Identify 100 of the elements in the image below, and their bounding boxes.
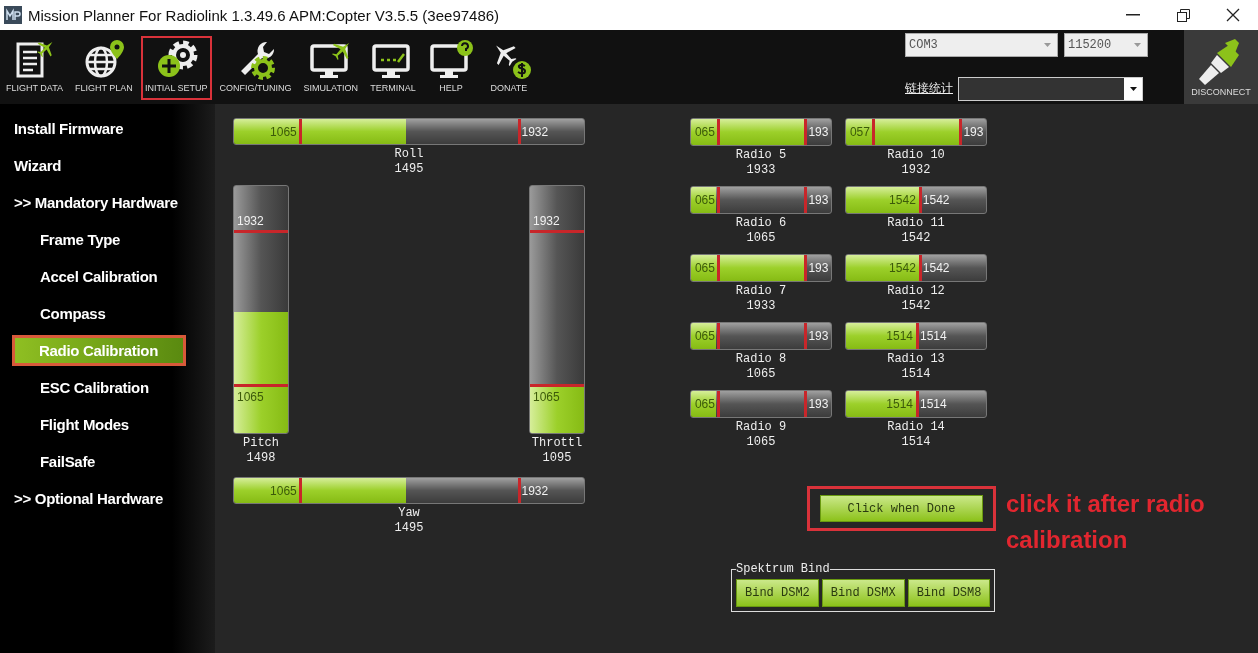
link-stats-dropdown[interactable] (958, 76, 1143, 101)
channel-reading: 1933 (746, 299, 776, 314)
sidebar-item[interactable]: Install Firmware (12, 116, 126, 141)
sidebar-item[interactable]: >> Optional Hardware (12, 486, 166, 511)
min-value: 065 (694, 260, 715, 277)
channel-name: Radio 11 (887, 216, 945, 231)
channel-reading: 1498 (246, 451, 276, 466)
max-value: 1932 (533, 213, 560, 228)
limit-marker (716, 119, 720, 145)
max-value: 193 (808, 328, 829, 345)
restore-icon[interactable] (1176, 8, 1190, 22)
sidebar-item[interactable]: Frame Type (38, 227, 123, 252)
window-title: Mission Planner For Radiolink 1.3.49.6 APM:Copter V3.5.5 (3ee97486) (28, 6, 501, 24)
channel-name: Roll (394, 147, 424, 162)
disconnect-button[interactable]: DISCONNECT (1184, 30, 1258, 104)
min-value: 057 (849, 124, 870, 141)
annotation-text: click it after radio calibration (1006, 489, 1206, 555)
limit-marker (918, 187, 922, 213)
channel-name: Radio 5 (735, 148, 787, 163)
limit-marker (804, 119, 808, 145)
channel-reading: 1495 (394, 162, 424, 177)
channel-name: Radio 6 (735, 216, 787, 231)
sidebar-item[interactable]: Wizard (12, 153, 64, 178)
toolbar-button[interactable]: TERMINAL (365, 36, 420, 100)
channel-reading: 1095 (542, 451, 572, 466)
max-value: 1932 (237, 213, 264, 228)
channel-name: Pitch (243, 436, 279, 451)
toolbar-button[interactable]: FLIGHT PLAN (71, 36, 137, 100)
limit-marker (916, 391, 919, 417)
done-button[interactable]: Click when Done (820, 495, 983, 522)
limit-marker (530, 229, 584, 233)
toolbar-button[interactable]: INITIAL SETUP (140, 36, 212, 100)
channel-name: Radio 12 (887, 284, 945, 299)
min-value: 1514 (886, 396, 913, 413)
limit-marker (530, 384, 584, 388)
channel-reading: 1542 (901, 299, 931, 314)
limit-marker (716, 391, 720, 417)
sidebar-item[interactable]: ESC Calibration (38, 375, 151, 400)
limit-marker (804, 323, 808, 349)
toolbar-button[interactable]: HELP (423, 36, 478, 100)
channel-name: Radio 7 (735, 284, 787, 299)
app-logo-icon (4, 6, 22, 24)
max-value: 193 (963, 124, 984, 141)
minimize-icon[interactable] (1126, 14, 1140, 16)
channel-name: Radio 9 (735, 420, 787, 435)
limit-marker (234, 229, 288, 233)
sidebar-item[interactable]: >> Mandatory Hardware (12, 190, 180, 215)
min-value: 1065 (270, 123, 297, 141)
limit-marker (234, 384, 288, 388)
sidebar-item[interactable]: Compass (38, 301, 108, 326)
caret-icon (1134, 43, 1141, 47)
close-icon[interactable] (1226, 8, 1240, 22)
link-stats-link[interactable]: 链接统计 (905, 80, 958, 97)
limit-marker (517, 478, 521, 503)
channel-name: Radio 13 (887, 352, 945, 367)
bind-button[interactable]: Bind DSMX (821, 579, 905, 607)
sidebar-item[interactable]: Accel Calibration (38, 264, 160, 289)
channel-reading: 1514 (901, 367, 931, 382)
group-title: Spektrum Bind (736, 562, 830, 576)
max-value: 1932 (521, 482, 549, 500)
toolbar-button[interactable]: SIMULATION (299, 36, 362, 100)
max-value: 193 (808, 124, 829, 141)
max-value: 193 (808, 396, 829, 413)
toolbar-button[interactable]: DONATE (481, 36, 536, 100)
limit-marker (804, 255, 808, 281)
max-value: 193 (808, 260, 829, 277)
limit-marker (716, 323, 720, 349)
channel-name: Yaw (398, 506, 420, 521)
toolbar-button[interactable]: FLIGHT DATA (2, 36, 67, 100)
limit-marker (716, 187, 720, 213)
channel-name: Radio 14 (887, 420, 945, 435)
sidebar-item[interactable]: Flight Modes (38, 412, 131, 437)
channel-name: Radio 8 (735, 352, 787, 367)
port-dropdown[interactable]: COM3 (905, 33, 1058, 57)
channel-reading: 1065 (746, 367, 776, 382)
bind-button[interactable]: Bind DSM2 (736, 579, 819, 607)
max-value: 1514 (920, 396, 947, 413)
channel-reading: 1065 (746, 231, 776, 246)
min-value: 1542 (889, 260, 916, 277)
limit-marker (918, 255, 922, 281)
limit-marker (716, 255, 720, 281)
limit-marker (804, 187, 808, 213)
min-value: 1065 (237, 390, 264, 405)
max-value: 193 (808, 192, 829, 209)
bind-button[interactable]: Bind DSM8 (907, 579, 991, 607)
baud-dropdown[interactable]: 115200 (1064, 33, 1148, 57)
min-value: 1542 (889, 192, 916, 209)
limit-marker (517, 119, 521, 144)
limit-marker (804, 391, 808, 417)
limit-marker (298, 478, 302, 503)
limit-marker (298, 119, 302, 144)
sidebar-item[interactable]: FailSafe (38, 449, 98, 474)
max-value: 1514 (920, 328, 947, 345)
caret-icon (1129, 86, 1137, 91)
channel-reading: 1495 (394, 521, 424, 536)
min-value: 065 (694, 192, 715, 209)
caret-icon (1044, 43, 1051, 47)
limit-marker (871, 119, 875, 145)
toolbar-button[interactable]: CONFIG/TUNING (215, 36, 296, 100)
min-value: 1065 (270, 482, 297, 500)
